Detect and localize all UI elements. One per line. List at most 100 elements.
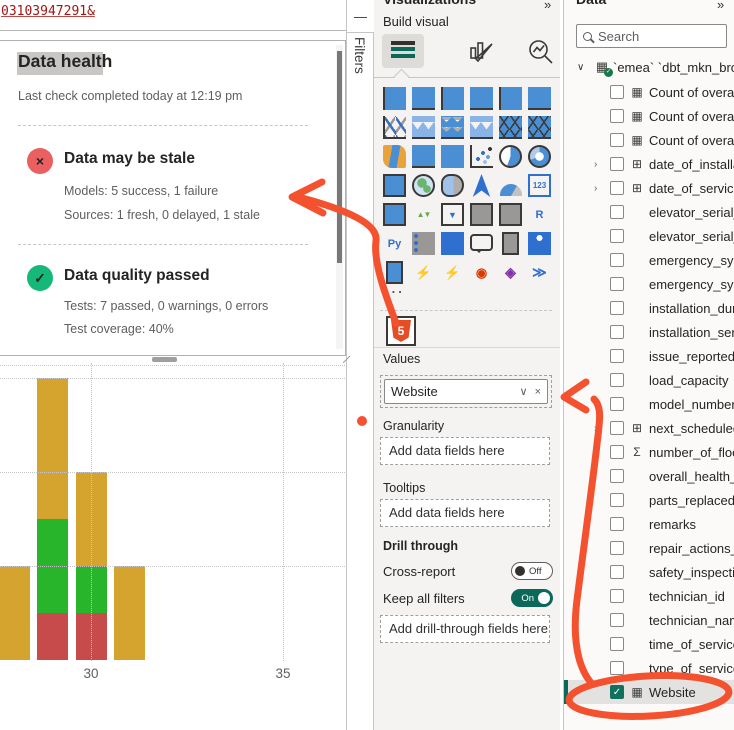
visual-type-icon[interactable] [380, 200, 409, 229]
field-row[interactable]: model_number [564, 392, 734, 416]
field-checkbox[interactable] [610, 565, 624, 579]
field-checkbox[interactable] [610, 133, 624, 147]
field-row[interactable]: › ⊞ date_of_installa... [564, 152, 734, 176]
visual-type-icon[interactable] [438, 229, 467, 258]
format-visual-tab[interactable] [465, 36, 499, 68]
visual-type-icon[interactable]: ◉ [467, 258, 496, 287]
visual-type-icon[interactable]: 123 [525, 171, 554, 200]
vertical-scrollbar[interactable] [336, 45, 343, 349]
field-checkbox[interactable] [610, 229, 624, 243]
field-checkbox[interactable] [610, 349, 624, 363]
field-checkbox[interactable] [610, 637, 624, 651]
build-visual-tab[interactable] [382, 34, 424, 68]
visual-type-icon[interactable] [409, 84, 438, 113]
field-checkbox[interactable] [610, 325, 624, 339]
visual-type-icon[interactable] [438, 171, 467, 200]
field-checkbox[interactable] [610, 541, 624, 555]
visual-type-icon[interactable] [467, 229, 496, 258]
field-row[interactable]: overall_health_c... [564, 464, 734, 488]
visual-type-icon[interactable] [380, 113, 409, 142]
visual-type-icon[interactable]: R [525, 200, 554, 229]
visual-type-icon[interactable] [409, 113, 438, 142]
table-row-root[interactable]: ∨ ▦ `emea` `dbt_mkn_bron... [564, 54, 734, 80]
field-checkbox[interactable] [610, 493, 624, 507]
more-visuals-button[interactable]: ... [385, 281, 405, 296]
visual-type-icon[interactable]: Py [380, 229, 409, 258]
visual-type-icon[interactable] [525, 142, 554, 171]
visual-type-icon[interactable] [467, 171, 496, 200]
visual-type-icon[interactable]: ≫ [525, 258, 554, 287]
visual-type-icon[interactable] [496, 113, 525, 142]
field-row[interactable]: technician_id [564, 584, 734, 608]
expand-chevron-icon[interactable]: › [594, 183, 610, 194]
visual-type-icon[interactable] [467, 84, 496, 113]
visual-type-icon[interactable] [409, 142, 438, 171]
visual-type-icon[interactable]: ◈ [496, 258, 525, 287]
resize-grip[interactable] [343, 356, 350, 363]
field-row[interactable]: remarks [564, 512, 734, 536]
visual-type-icon[interactable] [496, 84, 525, 113]
html-content-visual-icon[interactable]: 5 [386, 316, 416, 346]
analytics-tab[interactable] [524, 36, 558, 68]
visual-type-icon[interactable] [438, 113, 467, 142]
field-row[interactable]: time_of_service [564, 632, 734, 656]
field-checkbox[interactable] [610, 421, 624, 435]
field-row[interactable]: installation_dur... [564, 296, 734, 320]
visual-type-icon[interactable] [467, 113, 496, 142]
field-checkbox[interactable] [610, 613, 624, 627]
field-checkbox[interactable] [610, 469, 624, 483]
filters-pane-collapsed[interactable]: — Filters [346, 0, 374, 730]
field-checkbox[interactable] [610, 685, 624, 699]
visual-type-icon[interactable] [525, 113, 554, 142]
field-checkbox[interactable] [610, 397, 624, 411]
field-row[interactable]: issue_reported [564, 344, 734, 368]
field-row[interactable]: › ⊞ next_scheduled... [564, 416, 734, 440]
field-checkbox[interactable] [610, 277, 624, 291]
collapse-pane-icon[interactable]: » [717, 0, 724, 12]
expand-chevron-icon[interactable]: › [594, 159, 610, 170]
field-checkbox[interactable] [610, 661, 624, 675]
field-row[interactable]: elevator_serial_... [564, 200, 734, 224]
bar-segment-series-gold[interactable] [0, 566, 30, 660]
visual-type-icon[interactable] [409, 229, 438, 258]
field-checkbox[interactable] [610, 205, 624, 219]
field-row[interactable]: emergency_syst... [564, 248, 734, 272]
visual-type-icon[interactable]: ⚡ [438, 258, 467, 287]
field-checkbox[interactable] [610, 301, 624, 315]
bar-segment-series-gold[interactable] [114, 566, 145, 660]
field-checkbox[interactable] [610, 85, 624, 99]
field-chip-website[interactable]: Website ∨ × [384, 379, 548, 404]
field-row[interactable]: ▦ Count of overal... [564, 128, 734, 152]
visual-type-icon[interactable] [467, 200, 496, 229]
field-checkbox[interactable] [610, 517, 624, 531]
field-row[interactable]: installation_serv... [564, 320, 734, 344]
visual-type-icon[interactable]: ▲▼ [409, 200, 438, 229]
bar-segment-series-gold[interactable] [37, 378, 68, 519]
visual-type-icon[interactable] [525, 229, 554, 258]
field-checkbox[interactable] [610, 373, 624, 387]
visual-type-icon[interactable] [380, 142, 409, 171]
field-checkbox[interactable] [610, 109, 624, 123]
drill-through-well[interactable]: Add drill-through fields here [380, 615, 550, 643]
visual-type-icon[interactable] [438, 142, 467, 171]
visual-type-icon[interactable] [496, 142, 525, 171]
visual-type-icon[interactable] [438, 84, 467, 113]
field-checkbox[interactable] [610, 253, 624, 267]
granularity-well[interactable]: Add data fields here [380, 437, 550, 465]
filters-expand-handle[interactable]: — [347, 0, 374, 33]
field-row[interactable]: ▦ Count of overal... [564, 104, 734, 128]
collapse-chevron-icon[interactable]: ∨ [577, 62, 593, 73]
values-well[interactable]: Website ∨ × [380, 375, 552, 408]
visual-type-icon[interactable] [496, 200, 525, 229]
field-row[interactable]: type_of_service [564, 656, 734, 680]
field-checkbox[interactable] [610, 589, 624, 603]
bar-segment-series-red[interactable] [37, 613, 68, 660]
field-row[interactable]: repair_actions_t... [564, 536, 734, 560]
visual-type-icon[interactable] [525, 84, 554, 113]
collapse-pane-icon[interactable]: » [544, 0, 551, 12]
field-checkbox[interactable] [610, 181, 624, 195]
visual-type-icon[interactable] [380, 171, 409, 200]
tooltips-well[interactable]: Add data fields here [380, 499, 550, 527]
visual-type-icon[interactable] [496, 171, 525, 200]
visual-type-icon[interactable] [496, 229, 525, 258]
